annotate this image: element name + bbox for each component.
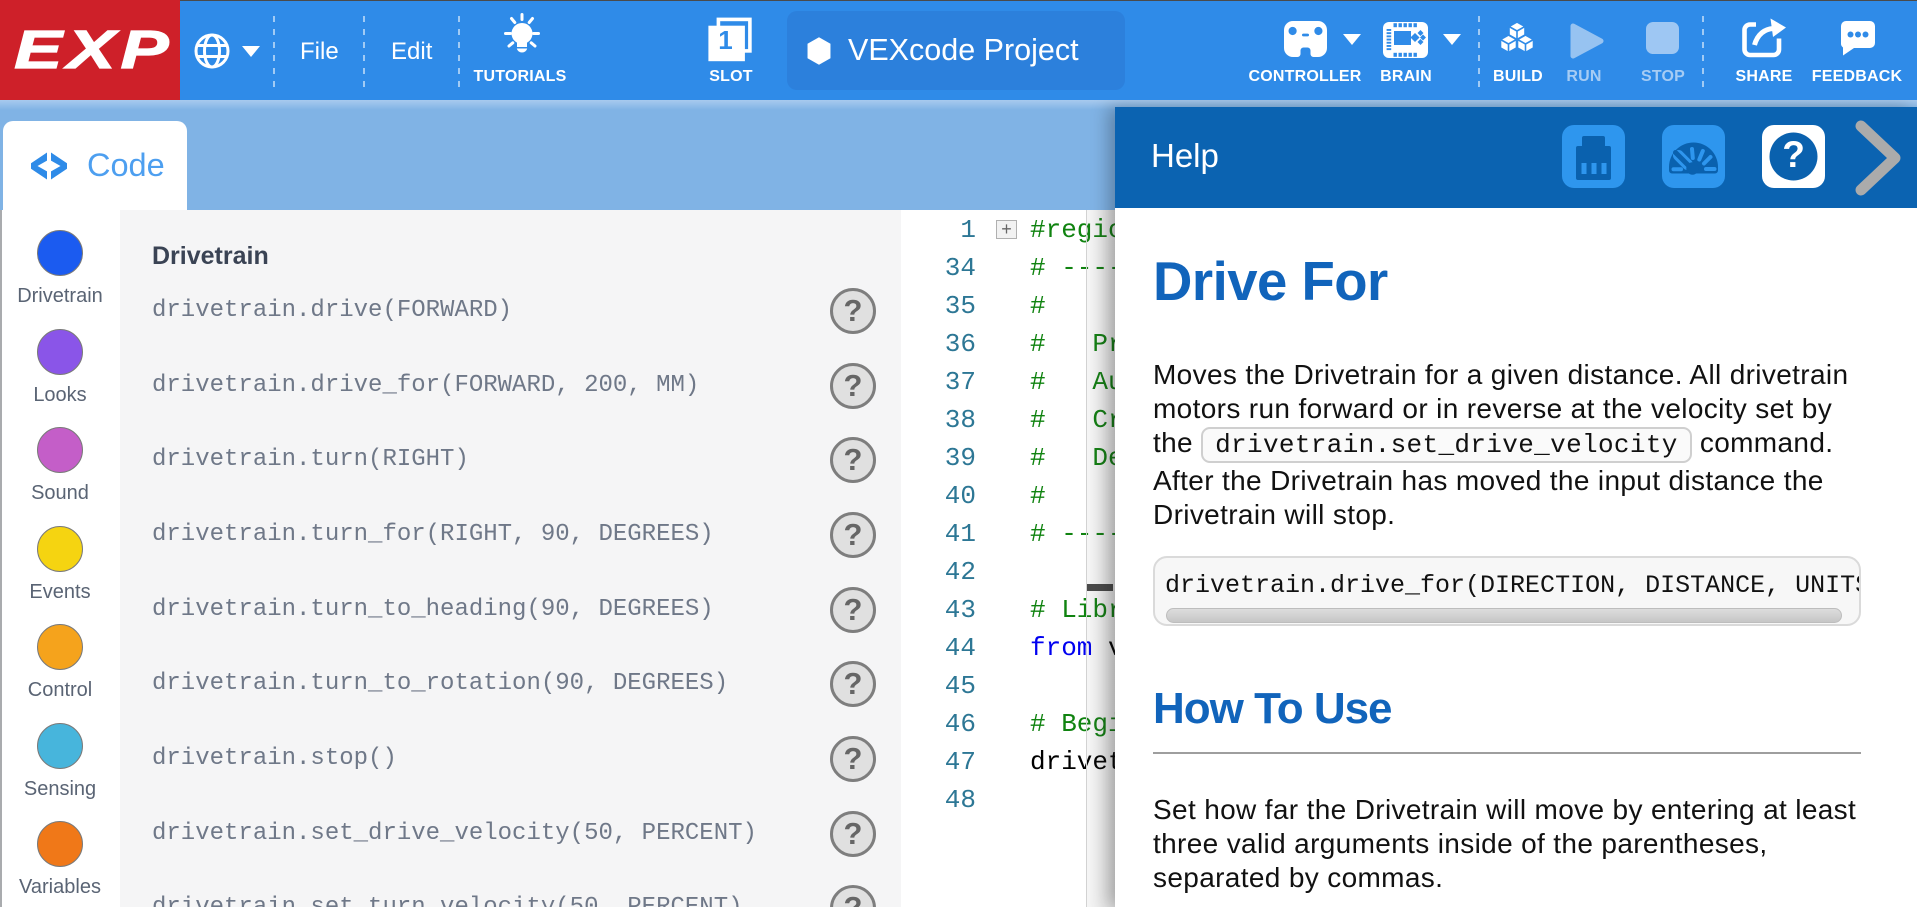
svg-text:1: 1 <box>718 25 732 55</box>
svg-text:?: ? <box>1782 134 1805 175</box>
